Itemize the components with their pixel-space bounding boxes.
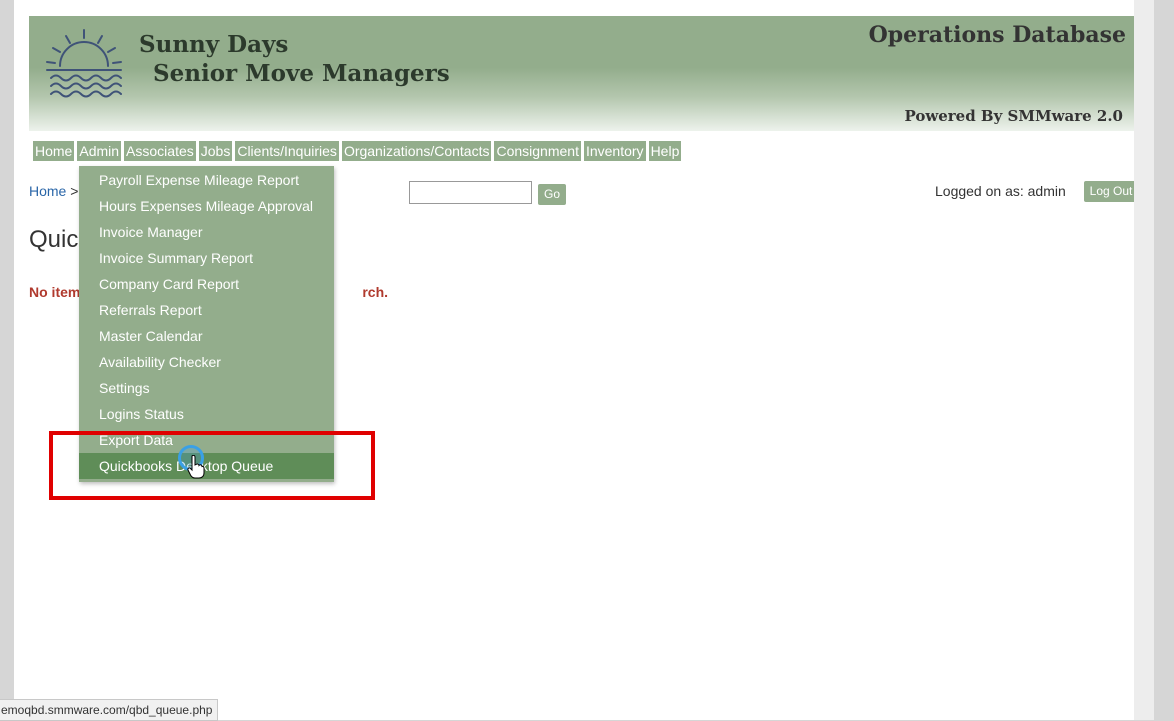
hand-pointer-icon	[187, 455, 205, 479]
menu-item-invoice-manager[interactable]: Invoice Manager	[79, 219, 334, 245]
menu-item-logins-status[interactable]: Logins Status	[79, 401, 334, 427]
operations-database-title: Operations Database	[868, 22, 1126, 48]
company-name: Sunny Days Senior Move Managers	[139, 30, 450, 88]
no-items-message-start: No item	[29, 284, 81, 300]
nav-home[interactable]: Home	[33, 141, 75, 161]
menu-item-hours-expenses-mileage-approval[interactable]: Hours Expenses Mileage Approval	[79, 193, 334, 219]
vertical-scrollbar[interactable]	[1134, 0, 1154, 720]
menu-item-master-calendar[interactable]: Master Calendar	[79, 323, 334, 349]
breadcrumb-home-link[interactable]: Home	[29, 183, 66, 199]
nav-help[interactable]: Help	[648, 141, 682, 161]
search-input[interactable]	[409, 181, 532, 204]
logout-button[interactable]: Log Out	[1084, 181, 1138, 202]
nav-organizations-contacts[interactable]: Organizations/Contacts	[341, 141, 492, 161]
page-title: Quickbooks Desktop Queue	[29, 226, 78, 253]
nav-admin[interactable]: Admin	[77, 141, 122, 161]
site-header: Sunny Days Senior Move Managers Operatio…	[29, 16, 1139, 131]
menu-item-invoice-summary-report[interactable]: Invoice Summary Report	[79, 245, 334, 271]
no-items-message-end: rch.	[362, 284, 389, 300]
breadcrumb-separator: >	[70, 183, 79, 199]
nav-consignment[interactable]: Consignment	[494, 141, 581, 161]
company-name-line2: Senior Move Managers	[153, 60, 450, 87]
status-bar-url: emoqbd.smmware.com/qbd_queue.php	[0, 699, 219, 721]
go-button[interactable]: Go	[538, 184, 566, 205]
highlight-annotation-box	[49, 431, 375, 500]
main-nav: Home Admin Associates Jobs Clients/Inqui…	[33, 141, 682, 161]
company-name-line1: Sunny Days	[139, 31, 289, 58]
menu-item-settings[interactable]: Settings	[79, 375, 334, 401]
logged-on-text: Logged on as: admin	[935, 183, 1066, 199]
breadcrumb: Home >	[29, 183, 78, 199]
sun-logo-icon	[46, 29, 122, 98]
menu-item-payroll-expense-mileage-report[interactable]: Payroll Expense Mileage Report	[79, 167, 334, 193]
menu-item-referrals-report[interactable]: Referrals Report	[79, 297, 334, 323]
nav-clients-inquiries[interactable]: Clients/Inquiries	[235, 141, 339, 161]
page: Sunny Days Senior Move Managers Operatio…	[14, 0, 1154, 720]
nav-jobs[interactable]: Jobs	[198, 141, 233, 161]
powered-by-text: Powered By SMMware 2.0	[904, 107, 1123, 125]
menu-item-company-card-report[interactable]: Company Card Report	[79, 271, 334, 297]
nav-inventory[interactable]: Inventory	[583, 141, 646, 161]
nav-associates[interactable]: Associates	[124, 141, 196, 161]
menu-item-availability-checker[interactable]: Availability Checker	[79, 349, 334, 375]
